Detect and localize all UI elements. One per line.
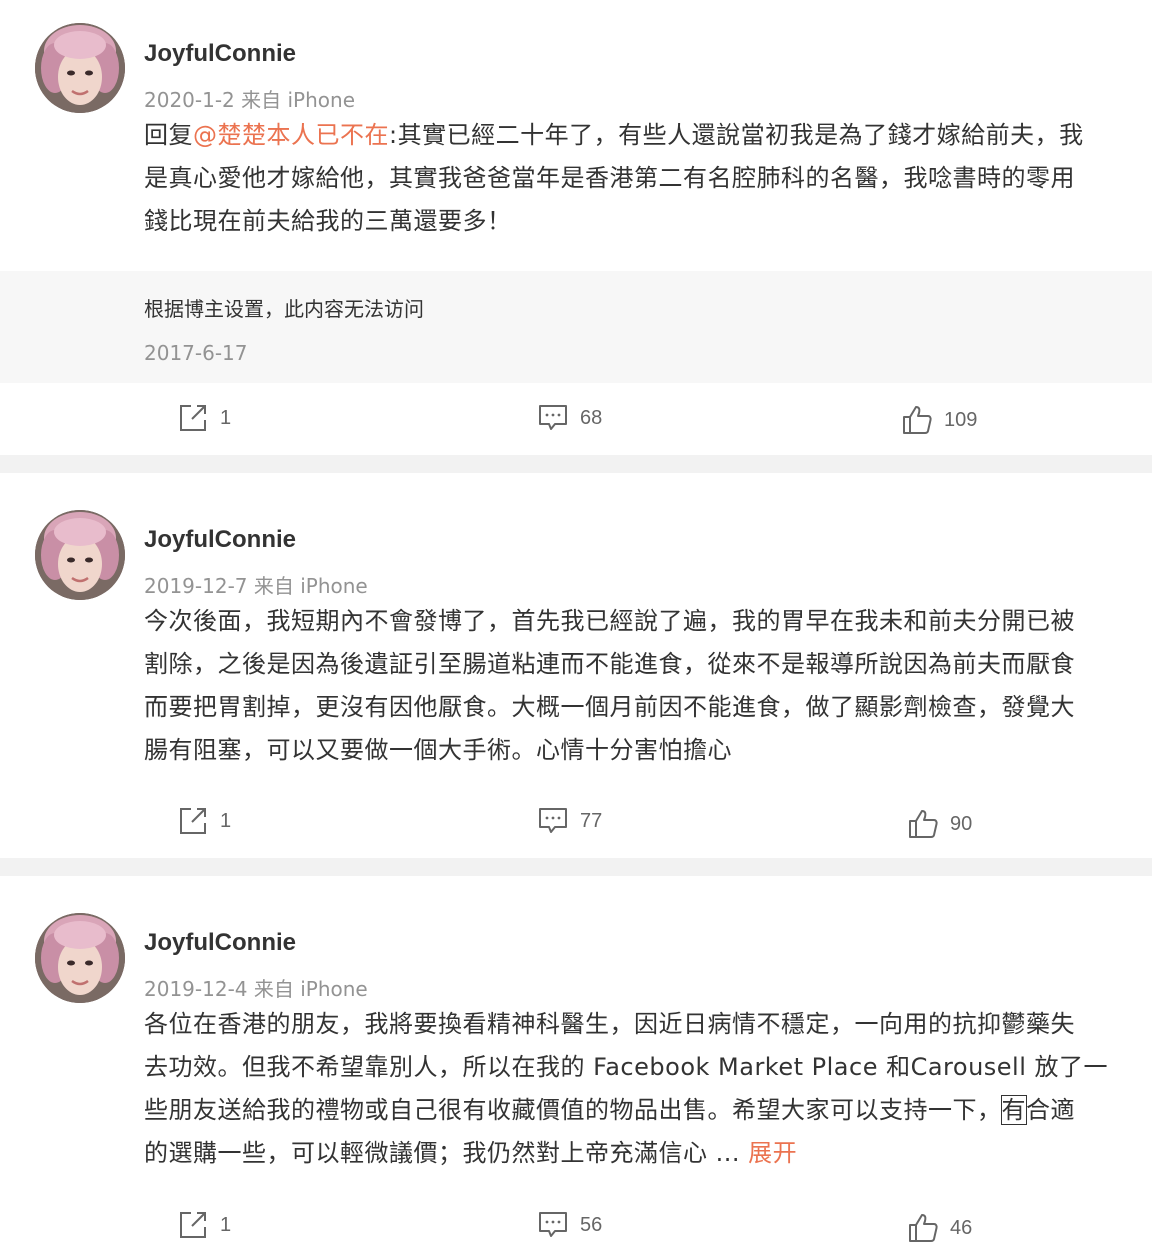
- comment-button[interactable]: 77: [538, 806, 602, 836]
- avatar[interactable]: [35, 913, 125, 1003]
- post-card: JoyfulConnie 2019-12-4 来自 iPhone 各位在香港的朋…: [0, 876, 1152, 1260]
- like-count: 109: [944, 408, 978, 431]
- like-icon: [903, 406, 932, 434]
- repost-icon: [180, 1212, 206, 1238]
- post-meta: 2019-12-4 来自 iPhone: [144, 977, 368, 1001]
- avatar[interactable]: [35, 510, 125, 600]
- comment-count: 68: [580, 406, 603, 429]
- post-card: JoyfulConnie 2019-12-7 来自 iPhone 今次後面，我短…: [0, 473, 1152, 858]
- post-text: 各位在香港的朋友，我將要換看精神科醫生，因近日病情不穩定，一向用的抗抑鬱藥失 去…: [144, 1003, 1109, 1175]
- mention-link[interactable]: @楚楚本人已不在: [193, 121, 389, 149]
- like-count: 46: [950, 1216, 973, 1239]
- like-button[interactable]: 46: [908, 1213, 972, 1243]
- comment-icon: [539, 405, 567, 430]
- post-text-line: 合適: [1026, 1096, 1075, 1124]
- username[interactable]: JoyfulConnie: [144, 526, 296, 554]
- post-meta: 2019-12-7 来自 iPhone: [144, 574, 368, 598]
- post-text-line: 各位在香港的朋友，我將要換看精神科醫生，因近日病情不穩定，一向用的抗抑鬱藥失: [144, 1010, 1075, 1038]
- post-text-line: 割除，之後是因為後遺証引至腸道粘連而不能進食，從來不是報導所說因為前夫而厭食: [144, 650, 1075, 678]
- quoted-date: 2017-6-17: [144, 341, 248, 365]
- comment-button[interactable]: 56: [538, 1210, 602, 1240]
- like-button[interactable]: 90: [908, 809, 972, 839]
- post-text-line: :其實已經二十年了，有些人還說當初我是為了錢才嫁給前夫，我: [389, 121, 1084, 149]
- repost-icon: [180, 808, 206, 834]
- comment-icon: [539, 808, 567, 833]
- post-text-line: 錢比現在前夫給我的三萬還要多！: [144, 207, 512, 235]
- post-text-line: 些朋友送給我的禮物或自己很有收藏價值的物品出售。希望大家可以支持一下，: [144, 1096, 1002, 1124]
- reply-prefix: 回复: [144, 121, 193, 149]
- repost-count: 1: [220, 406, 232, 429]
- comment-count: 56: [580, 1213, 603, 1236]
- post-card: JoyfulConnie 2020-1-2 来自 iPhone 回复@楚楚本人已…: [0, 0, 1152, 455]
- like-button[interactable]: 109: [902, 405, 977, 435]
- avatar[interactable]: [35, 23, 125, 113]
- post-text: 回复@楚楚本人已不在:其實已經二十年了，有些人還說當初我是為了錢才嫁給前夫，我 …: [144, 114, 1109, 243]
- repost-count: 1: [220, 809, 232, 832]
- selected-char: 有: [1000, 1095, 1027, 1125]
- like-icon: [909, 810, 938, 838]
- expand-link[interactable]: 展开: [748, 1139, 797, 1167]
- post-text-line: 是真心愛他才嫁給他，其實我爸爸當年是香港第二有名腔肺科的名醫，我唸書時的零用: [144, 164, 1075, 192]
- post-text-line: 的選購一些，可以輕微議價；我仍然對上帝充滿信心: [144, 1139, 716, 1167]
- comment-icon: [539, 1212, 567, 1237]
- post-meta: 2020-1-2 来自 iPhone: [144, 88, 356, 112]
- post-text-line: 今次後面，我短期內不會發博了，首先我已經說了遍，我的胃早在我未和前夫分開已被: [144, 607, 1075, 635]
- repost-icon: [180, 405, 206, 431]
- post-text-line: 而要把胃割掉，更沒有因他厭食。大概一個月前因不能進食，做了顯影劑檢查，發覺大: [144, 693, 1075, 721]
- post-text-line: 腸有阻塞，可以又要做一個大手術。心情十分害怕擔心: [144, 736, 732, 764]
- quoted-text: 根据博主设置，此内容无法访问: [144, 297, 424, 321]
- username[interactable]: JoyfulConnie: [144, 40, 296, 68]
- repost-button[interactable]: 1: [178, 806, 231, 836]
- repost-button[interactable]: 1: [178, 403, 231, 433]
- comment-count: 77: [580, 809, 603, 832]
- post-text-line: 去功效。但我不希望靠別人，所以在我的 Facebook Market Place…: [144, 1053, 1109, 1081]
- ellipsis: ...: [715, 1139, 741, 1167]
- post-text: 今次後面，我短期內不會發博了，首先我已經說了遍，我的胃早在我未和前夫分開已被 割…: [144, 600, 1109, 772]
- repost-count: 1: [220, 1213, 232, 1236]
- username[interactable]: JoyfulConnie: [144, 929, 296, 957]
- quoted-post[interactable]: 根据博主设置，此内容无法访问 2017-6-17: [0, 271, 1152, 383]
- repost-button[interactable]: 1: [178, 1210, 231, 1240]
- like-count: 90: [950, 812, 973, 835]
- comment-button[interactable]: 68: [538, 403, 602, 433]
- like-icon: [909, 1214, 938, 1242]
